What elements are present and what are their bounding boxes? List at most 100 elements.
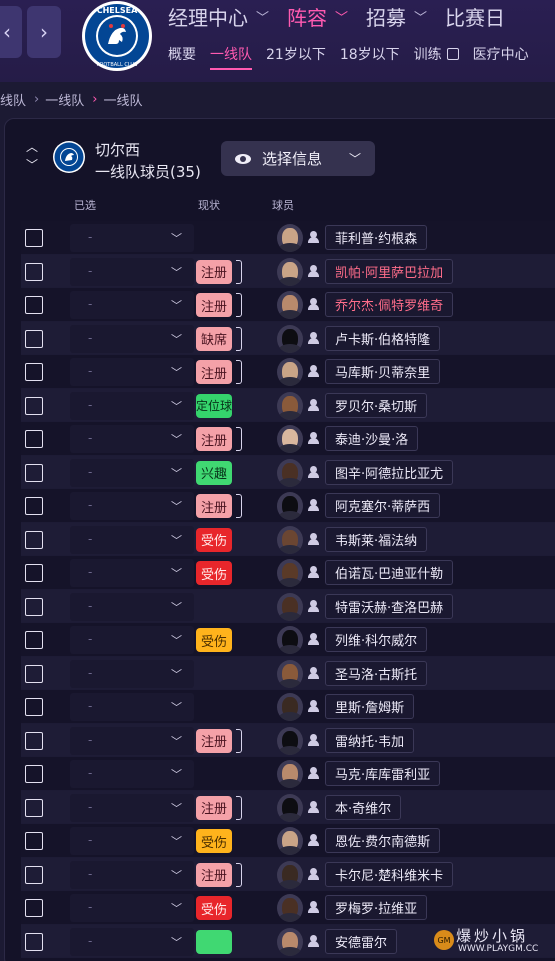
avatar[interactable] <box>277 827 303 855</box>
selection-dropdown[interactable]: - ﹀ <box>70 659 194 688</box>
player-name[interactable]: 伯诺瓦·巴迪亚什勒 <box>325 560 454 585</box>
avatar[interactable] <box>277 391 303 420</box>
avatar[interactable] <box>277 626 303 654</box>
select-checkbox[interactable] <box>25 664 43 683</box>
back-button[interactable]: ‹ <box>0 6 22 58</box>
main-nav-item[interactable]: 经理中心 ﹀ <box>168 2 287 31</box>
sub-nav-item[interactable]: 概要 <box>168 44 196 70</box>
table-row[interactable]: - ﹀ 定位球 罗贝尔·桑切斯 <box>21 388 555 422</box>
player-name[interactable]: 马库斯·贝蒂奈里 <box>325 359 441 384</box>
player-name[interactable]: 菲利普·约根森 <box>325 225 428 250</box>
select-checkbox[interactable] <box>25 262 43 281</box>
breadcrumb-item[interactable]: 线队 <box>0 90 26 109</box>
selection-dropdown[interactable]: - ﹀ <box>70 492 194 520</box>
selection-dropdown[interactable]: - ﹀ <box>70 927 194 956</box>
player-name[interactable]: 卢卡斯·伯格特隆 <box>325 325 441 351</box>
select-checkbox[interactable] <box>25 865 43 884</box>
avatar[interactable] <box>277 693 303 721</box>
selection-dropdown[interactable]: - ﹀ <box>70 726 194 755</box>
select-checkbox[interactable] <box>25 430 43 448</box>
selection-dropdown[interactable]: - ﹀ <box>70 458 194 487</box>
select-checkbox[interactable] <box>25 497 43 515</box>
sub-nav-item-active[interactable]: 一线队 <box>210 44 252 70</box>
player-name[interactable]: 特雷沃赫·查洛巴赫 <box>325 593 454 619</box>
selection-dropdown[interactable]: - ﹀ <box>70 626 194 654</box>
table-row[interactable]: - ﹀ 受伤 罗梅罗·拉维亚 <box>21 891 555 925</box>
breadcrumb-item[interactable]: 一线队 <box>45 90 84 109</box>
table-row[interactable]: - ﹀ 受伤 恩佐·费尔南德斯 <box>21 824 555 858</box>
selection-dropdown[interactable]: - ﹀ <box>70 257 194 286</box>
selection-dropdown[interactable]: - ﹀ <box>70 391 194 420</box>
table-row[interactable]: - ﹀ 注册 阿克塞尔·蒂萨西 <box>21 489 555 523</box>
status-badge[interactable]: 缺席 <box>196 326 232 351</box>
avatar[interactable] <box>277 760 303 788</box>
table-row[interactable]: - ﹀ 兴趣 图辛·阿德拉比亚尤 <box>21 455 555 489</box>
select-checkbox[interactable] <box>25 631 43 649</box>
status-badge[interactable]: 注册 <box>196 259 232 284</box>
selection-dropdown[interactable]: - ﹀ <box>70 894 194 922</box>
select-checkbox[interactable] <box>25 530 43 549</box>
selection-dropdown[interactable]: - ﹀ <box>70 291 194 319</box>
avatar[interactable] <box>277 592 303 621</box>
select-checkbox[interactable] <box>25 731 43 750</box>
status-badge[interactable]: 受伤 <box>196 628 232 652</box>
status-badge[interactable]: 注册 <box>196 862 232 887</box>
table-row[interactable]: - ﹀ 受伤 列维·科尔威尔 <box>21 623 555 657</box>
avatar[interactable] <box>277 860 303 889</box>
table-row[interactable]: - ﹀ 特雷沃赫·查洛巴赫 <box>21 589 555 623</box>
status-badge[interactable]: 受伤 <box>196 829 232 853</box>
select-checkbox[interactable] <box>25 798 43 817</box>
selection-dropdown[interactable]: - ﹀ <box>70 693 194 721</box>
selection-dropdown[interactable]: - ﹀ <box>70 224 194 252</box>
club-crest-icon[interactable]: CHELSEA FOOTBALL CLUB <box>80 0 154 72</box>
player-name[interactable]: 本·奇维尔 <box>325 794 402 820</box>
avatar[interactable] <box>277 726 303 755</box>
selection-dropdown[interactable]: - ﹀ <box>70 559 194 587</box>
table-row[interactable]: - ﹀ 注册 乔尔杰·佩特罗维奇 <box>21 288 555 322</box>
table-row[interactable]: - ﹀ 缺席 卢卡斯·伯格特隆 <box>21 321 555 355</box>
selection-dropdown[interactable]: - ﹀ <box>70 425 194 453</box>
avatar[interactable] <box>277 492 303 520</box>
player-name[interactable]: 乔尔杰·佩特罗维奇 <box>325 292 454 317</box>
table-row[interactable]: - ﹀ 马克·库库雷利亚 <box>21 757 555 791</box>
player-name[interactable]: 恩佐·费尔南德斯 <box>325 828 441 853</box>
main-nav-item[interactable]: 比赛日 <box>445 2 523 31</box>
avatar[interactable] <box>277 927 303 956</box>
select-checkbox[interactable] <box>25 597 43 616</box>
main-nav-item-active[interactable]: 阵容 ﹀ <box>287 2 366 31</box>
player-name[interactable]: 卡尔尼·楚科维米卡 <box>325 861 454 887</box>
status-badge[interactable]: 注册 <box>196 795 232 820</box>
selection-dropdown[interactable]: - ﹀ <box>70 592 194 621</box>
forward-button[interactable]: › <box>27 6 61 58</box>
select-checkbox[interactable] <box>25 229 43 247</box>
table-row[interactable]: - ﹀ 受伤 韦斯莱·福法纳 <box>21 522 555 556</box>
select-info-dropdown[interactable]: 选择信息 ﹀ <box>221 141 375 176</box>
player-name[interactable]: 列维·科尔威尔 <box>325 627 428 652</box>
column-header-status[interactable]: 现状 <box>198 197 220 213</box>
select-checkbox[interactable] <box>25 765 43 783</box>
player-name[interactable]: 图辛·阿德拉比亚尤 <box>325 459 454 485</box>
table-row[interactable]: - ﹀ 注册 本·奇维尔 <box>21 790 555 824</box>
player-name[interactable]: 阿克塞尔·蒂萨西 <box>325 493 441 518</box>
table-row[interactable]: - ﹀ 注册 雷纳托·韦加 <box>21 723 555 757</box>
status-badge[interactable]: 受伤 <box>196 561 232 585</box>
avatar[interactable] <box>277 559 303 587</box>
sub-nav-item[interactable]: 21岁以下 <box>266 44 326 70</box>
status-badge[interactable]: 定位球 <box>196 393 232 418</box>
status-badge[interactable]: 兴趣 <box>196 460 232 485</box>
table-row[interactable]: - ﹀ 里斯·詹姆斯 <box>21 690 555 724</box>
selection-dropdown[interactable]: - ﹀ <box>70 793 194 822</box>
player-name[interactable]: 圣马洛·古斯托 <box>325 660 428 686</box>
select-checkbox[interactable] <box>25 899 43 917</box>
avatar[interactable] <box>277 659 303 688</box>
table-row[interactable]: - ﹀ 注册 凯帕·阿里萨巴拉加 <box>21 254 555 288</box>
select-checkbox[interactable] <box>25 363 43 381</box>
selection-dropdown[interactable]: - ﹀ <box>70 860 194 889</box>
select-checkbox[interactable] <box>25 832 43 850</box>
sub-nav-item-training[interactable]: 训练 <box>414 44 459 70</box>
select-checkbox[interactable] <box>25 932 43 951</box>
player-name[interactable]: 罗梅罗·拉维亚 <box>325 895 428 920</box>
selection-dropdown[interactable]: - ﹀ <box>70 525 194 554</box>
player-name[interactable]: 马克·库库雷利亚 <box>325 761 441 786</box>
player-name[interactable]: 安德雷尔 <box>325 928 398 954</box>
